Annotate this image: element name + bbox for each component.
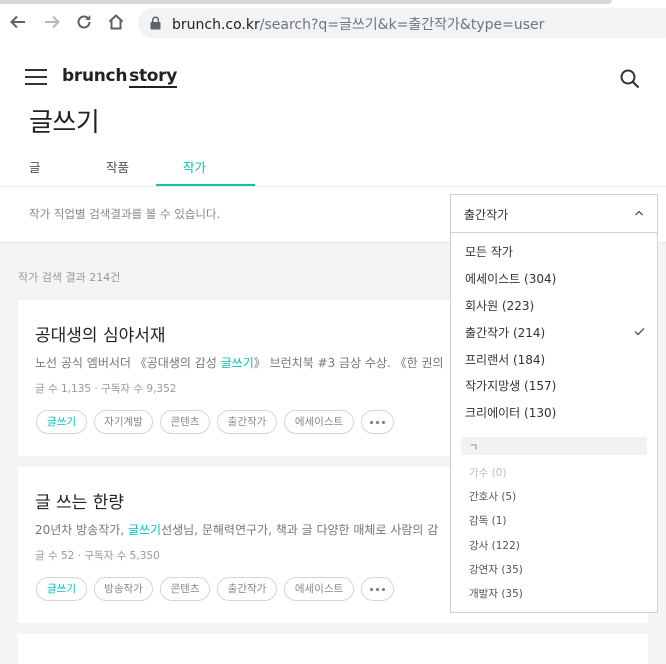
more-dot-icon — [382, 587, 385, 591]
dropdown-sub-option[interactable]: 강사 (122) — [469, 538, 520, 553]
logo-story: story — [129, 66, 178, 88]
back-arrow-icon — [10, 15, 25, 29]
tab-authors[interactable]: 작가 — [183, 157, 206, 176]
home-icon — [108, 14, 124, 30]
dropdown-sub-option[interactable]: 감독 (1) — [469, 513, 507, 528]
keyword-tag[interactable]: 글쓰기 — [36, 577, 87, 601]
dropdown-option[interactable]: 프리랜서 (184) — [465, 351, 545, 368]
dropdown-sub-option[interactable]: 개발자 (35) — [469, 586, 523, 601]
tab-posts[interactable]: 글 — [29, 157, 41, 176]
chevron-up-icon — [635, 210, 643, 216]
desc-suffix: 선생님, 문해력연구가, 책과 글 다양한 매체로 사람의 감 — [161, 523, 439, 537]
more-dot-icon — [370, 420, 373, 424]
keyword-tag[interactable]: 콘텐츠 — [160, 577, 210, 601]
author-card[interactable] — [18, 634, 648, 664]
check-icon — [634, 328, 645, 336]
reload-button[interactable] — [72, 10, 96, 34]
back-button[interactable] — [6, 10, 30, 34]
dropdown-option[interactable]: 회사원 (223) — [465, 297, 534, 314]
more-dot-icon — [376, 587, 379, 591]
more-tags-button[interactable] — [361, 577, 394, 601]
tab-strip-edge — [0, 0, 612, 4]
group-header-label: ㄱ — [469, 443, 479, 454]
site-header: brunch story 글쓰기 글 작품 작가 — [0, 44, 666, 187]
menu-button[interactable] — [25, 68, 47, 86]
dropdown-option[interactable]: 출간작가 (214) — [465, 324, 545, 341]
job-filter-dropdown[interactable]: 출간작가 모든 작가 에세이스트 (304) 회사원 (223) 출간작가 (2… — [450, 194, 658, 613]
desc-highlight: 글쓰기 — [127, 523, 162, 537]
keyword-tag[interactable]: 콘텐츠 — [160, 410, 210, 434]
desc-highlight: 글쓰기 — [220, 356, 254, 370]
more-dot-icon — [370, 587, 373, 591]
browser-toolbar: brunch.co.kr/search?q=글쓰기&k=출간작가&type=us… — [0, 0, 666, 44]
home-button[interactable] — [104, 10, 128, 34]
dropdown-option[interactable]: 모든 작가 — [465, 243, 513, 260]
search-icon — [620, 69, 640, 89]
group-header: ㄱ — [461, 437, 647, 455]
keyword-tag[interactable]: 자기계발 — [94, 410, 153, 434]
author-name[interactable]: 글 쓰는 한량 — [35, 488, 124, 513]
author-name[interactable]: 공대생의 심야서재 — [35, 321, 166, 346]
url-path: /search?q=글쓰기&k=출간작가&type=user — [259, 17, 545, 33]
keyword-tag[interactable]: 출간작가 — [217, 577, 277, 601]
author-stats: 글 수 52 · 구독자 수 5,350 — [35, 550, 160, 562]
keyword-tag[interactable]: 방송작가 — [94, 577, 153, 601]
address-bar[interactable]: brunch.co.kr/search?q=글쓰기&k=출간작가&type=us… — [138, 8, 666, 38]
dropdown-option[interactable]: 에세이스트 (304) — [465, 270, 556, 287]
search-button[interactable] — [619, 68, 641, 90]
tab-works[interactable]: 작품 — [106, 157, 129, 176]
page-title: 글쓰기 — [29, 108, 100, 138]
dropdown-sub-option[interactable]: 강연자 (35) — [469, 562, 523, 577]
result-count: 작가 검색 결과 214건 — [18, 271, 121, 284]
dropdown-option[interactable]: 작가지망생 (157) — [465, 377, 556, 394]
reload-icon — [77, 15, 91, 29]
keyword-tag[interactable]: 글쓰기 — [36, 410, 87, 434]
author-description: 노선 공식 엠버서더 《공대생의 감성 글쓰기》 브런치북 #3 금상 수상. … — [35, 354, 455, 371]
forward-arrow-icon — [45, 15, 60, 29]
desc-prefix: 20년차 방송작가, — [35, 523, 128, 537]
lock-icon — [150, 16, 161, 30]
desc-suffix: 》 브런치북 #3 금상 수상. 《한 권의 — [253, 356, 444, 370]
logo-brunch: brunch — [62, 66, 128, 86]
more-dot-icon — [382, 420, 385, 424]
dropdown-sub-option: 가수 (0) — [469, 467, 507, 479]
url-text: brunch.co.kr/search?q=글쓰기&k=출간작가&type=us… — [172, 14, 544, 34]
hamburger-icon — [25, 69, 47, 85]
forward-button[interactable] — [40, 10, 64, 34]
more-dot-icon — [376, 420, 379, 424]
dropdown-sub-option[interactable]: 간호사 (5) — [469, 489, 516, 504]
dropdown-selected: 출간작가 — [464, 208, 509, 222]
author-description: 20년차 방송작가, 글쓰기선생님, 문해력연구가, 책과 글 다양한 매체로 … — [35, 521, 455, 538]
dropdown-toggle[interactable]: 출간작가 — [451, 195, 657, 233]
filter-notice-text: 작가 직업별 검색결과를 볼 수 있습니다. — [29, 207, 221, 221]
url-host: brunch.co.kr — [172, 17, 260, 33]
desc-prefix: 노선 공식 엠버서더 《공대생의 감성 — [35, 356, 221, 370]
more-tags-button[interactable] — [361, 410, 394, 434]
dropdown-option[interactable]: 크리에이터 (130) — [465, 404, 556, 421]
author-stats: 글 수 1,135 · 구독자 수 9,352 — [35, 383, 177, 395]
brunch-logo[interactable]: brunch story — [62, 66, 177, 92]
keyword-tag[interactable]: 에세이스트 — [284, 577, 354, 601]
keyword-tag[interactable]: 출간작가 — [217, 410, 277, 434]
keyword-tag[interactable]: 에세이스트 — [284, 410, 354, 434]
